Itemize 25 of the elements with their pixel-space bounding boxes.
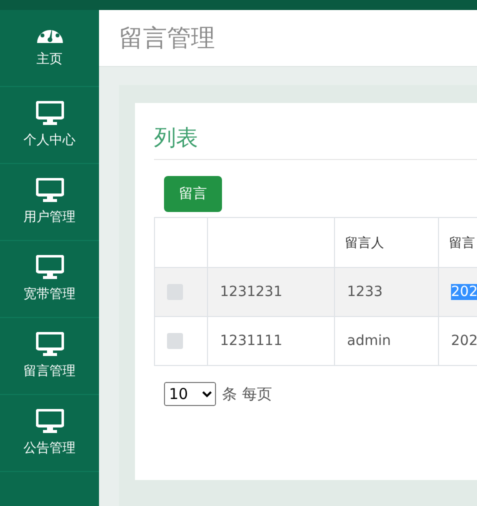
monitor-icon — [36, 255, 64, 279]
monitor-icon — [36, 101, 64, 125]
monitor-icon — [36, 178, 64, 202]
monitor-icon — [36, 332, 64, 356]
monitor-icon — [36, 409, 64, 433]
sidebar-item[interactable]: 留言管理 — [0, 318, 99, 395]
sidebar-item[interactable]: 用户管理 — [0, 164, 99, 241]
table-cell: admin — [347, 333, 391, 349]
sidebar-item[interactable]: 公告管理 — [0, 395, 99, 472]
table-cell: 1231111 — [220, 333, 282, 349]
page-size-select[interactable]: 10 — [164, 382, 216, 406]
row-checkbox[interactable] — [167, 333, 183, 350]
table-row[interactable]: 1231231 1233 202 — [154, 268, 477, 316]
table-cell: 202 — [451, 284, 477, 300]
card-title: 列表 — [154, 123, 477, 160]
page-size-label: 条 每页 — [222, 384, 272, 404]
table-row[interactable]: 1231111 admin 202 — [154, 316, 477, 366]
table-cell: 1231231 — [220, 284, 282, 300]
add-message-button[interactable]: 留言 — [164, 176, 222, 212]
sidebar-item[interactable]: 宽带管理 — [0, 241, 99, 318]
page-title: 留言管理 — [119, 23, 215, 54]
dashboard-icon — [36, 28, 64, 44]
table-cell: 1233 — [347, 284, 383, 300]
table-cell: 202 — [451, 333, 477, 349]
sidebar-item[interactable]: 个人中心 — [0, 87, 99, 164]
